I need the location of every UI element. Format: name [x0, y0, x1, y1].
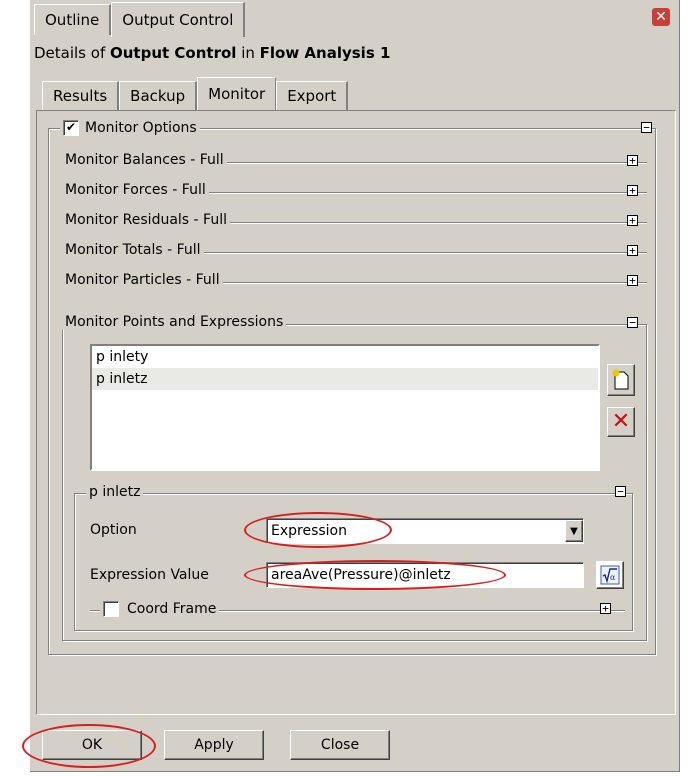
details-prefix: Details of	[34, 44, 110, 62]
details-in: in	[236, 44, 260, 62]
tab-output-control[interactable]: Output Control	[111, 2, 246, 37]
section-label: Monitor Particles - Full	[62, 272, 223, 288]
coord-frame-label: Coord Frame	[127, 601, 217, 617]
expand-icon[interactable]: +	[600, 603, 611, 614]
expand-icon[interactable]: +	[627, 215, 638, 226]
chevron-down-icon: ▼	[570, 525, 578, 537]
expand-icon[interactable]: +	[627, 185, 638, 196]
expand-icon[interactable]: +	[627, 275, 638, 286]
monitor-points-title: Monitor Points and Expressions	[62, 314, 287, 330]
new-item-button[interactable]	[607, 364, 635, 396]
expression-editor-button[interactable]: α	[596, 561, 624, 589]
list-item[interactable]: p inletz	[92, 368, 598, 390]
expand-icon[interactable]: +	[627, 245, 638, 256]
top-tab-bar: Outline Output Control	[34, 2, 246, 37]
monitor-options-label: Monitor Options	[85, 120, 197, 136]
subtab-results[interactable]: Results	[42, 81, 120, 110]
collapse-icon[interactable]: −	[627, 317, 638, 328]
subtab-bar: Results Backup Monitor Export	[42, 77, 349, 110]
highlight-ellipse	[244, 560, 506, 590]
collapse-icon[interactable]: −	[641, 122, 652, 133]
delete-icon: ✕	[611, 409, 631, 434]
coord-frame-checkbox[interactable]	[103, 601, 119, 617]
expression-value-label: Expression Value	[90, 567, 209, 583]
details-analysis: Flow Analysis 1	[259, 44, 391, 62]
new-document-icon	[612, 369, 629, 390]
highlight-ellipse	[22, 724, 156, 768]
close-icon[interactable]: ✕	[652, 8, 670, 26]
svg-text:α: α	[610, 573, 616, 582]
highlight-ellipse	[244, 512, 392, 548]
close-label: Close	[320, 737, 360, 753]
expand-icon[interactable]: +	[627, 155, 638, 166]
monitor-options-checkbox[interactable]: ✔	[63, 120, 79, 136]
dropdown-button[interactable]: ▼	[565, 520, 583, 542]
section-label: Monitor Forces - Full	[62, 182, 209, 198]
monitor-options-header: ✔ Monitor Options	[60, 120, 200, 136]
coord-frame-header: Coord Frame	[100, 601, 220, 617]
apply-label: Apply	[194, 737, 234, 753]
function-icon: α	[600, 565, 620, 585]
list-item[interactable]: p inlety	[92, 346, 598, 368]
option-label: Option	[90, 522, 137, 538]
collapse-icon[interactable]: −	[615, 486, 626, 497]
tab-outline[interactable]: Outline	[34, 4, 112, 35]
apply-button[interactable]: Apply	[164, 730, 264, 760]
monitor-points-list[interactable]: p inlety p inletz	[90, 344, 600, 471]
close-button[interactable]: Close	[290, 730, 390, 760]
details-object: Output Control	[110, 44, 237, 62]
subtab-backup[interactable]: Backup	[119, 81, 198, 110]
point-detail-title: p inletz	[86, 484, 144, 500]
delete-item-button[interactable]: ✕	[607, 407, 635, 437]
section-label: Monitor Residuals - Full	[62, 212, 230, 228]
subtab-monitor[interactable]: Monitor	[197, 77, 277, 110]
subtab-export[interactable]: Export	[276, 81, 349, 110]
section-label: Monitor Totals - Full	[62, 242, 204, 258]
section-label: Monitor Balances - Full	[62, 152, 227, 168]
details-heading: Details of Output Control in Flow Analys…	[34, 44, 390, 62]
